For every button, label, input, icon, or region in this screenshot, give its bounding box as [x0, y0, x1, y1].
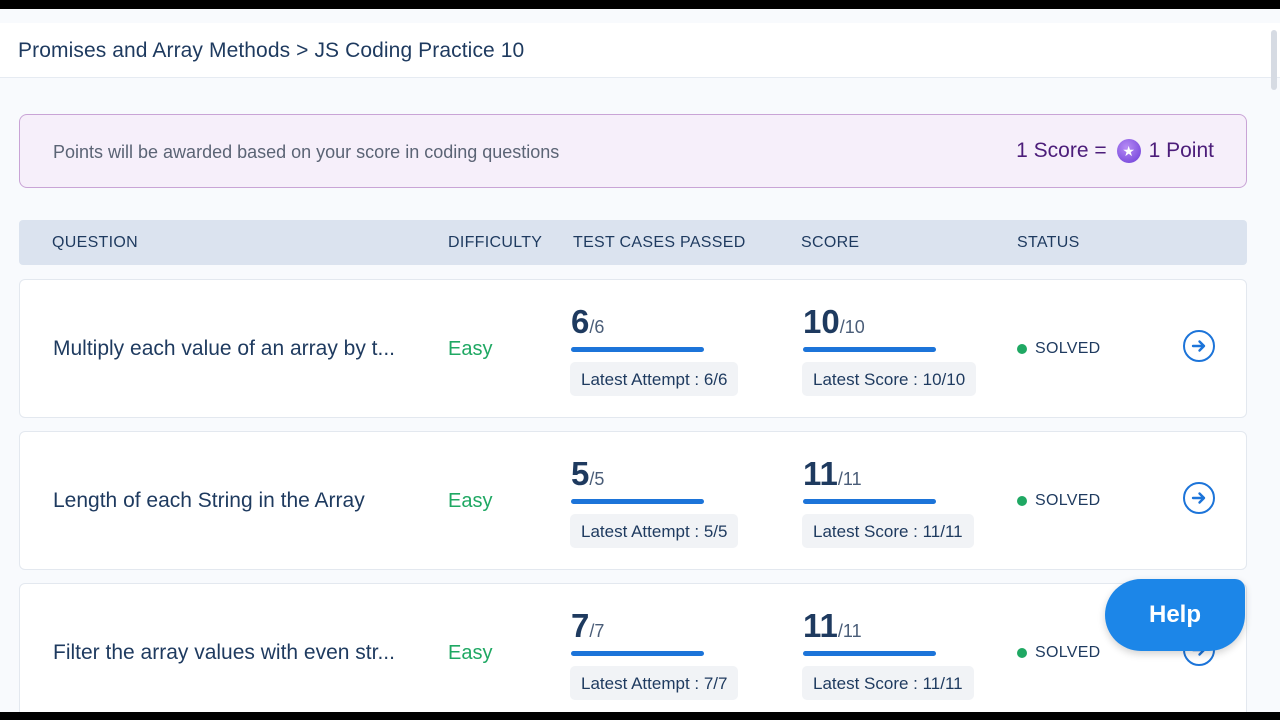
scrollbar-thumb[interactable]	[1271, 30, 1277, 90]
tests-passed-count: 7	[571, 607, 590, 644]
score-count: 11	[803, 455, 838, 492]
table-header: QUESTION DIFFICULTY TEST CASES PASSED SC…	[19, 220, 1247, 265]
tests-passed: 6/6	[571, 303, 604, 341]
help-button[interactable]: Help	[1105, 579, 1245, 651]
column-status: STATUS	[1017, 234, 1080, 251]
score-label: 1 Score =	[1016, 139, 1107, 162]
difficulty-label: Easy	[448, 490, 493, 512]
status-badge: SOLVED	[1017, 492, 1101, 510]
tests-progress-bar	[571, 499, 704, 504]
tests-passed-count: 5	[571, 455, 590, 492]
question-title[interactable]: Filter the array values with even str...	[53, 641, 431, 665]
status-label: SOLVED	[1035, 492, 1101, 509]
bottom-border	[0, 712, 1280, 720]
latest-score-chip: Latest Score : 10/10	[802, 362, 977, 396]
question-title[interactable]: Length of each String in the Array	[53, 489, 431, 513]
latest-attempt-chip: Latest Attempt : 7/7	[570, 666, 739, 700]
score-progress-bar	[803, 651, 936, 656]
score-progress-bar	[803, 347, 936, 352]
score-total: /11	[837, 469, 862, 489]
tests-total: /5	[589, 469, 605, 489]
tests-progress-bar	[571, 347, 704, 352]
top-border	[0, 0, 1280, 9]
status-dot-icon	[1017, 648, 1027, 658]
status-badge: SOLVED	[1017, 340, 1101, 358]
page-header: Promises and Array Methods > JS Coding P…	[0, 23, 1280, 78]
tests-progress-bar	[571, 651, 704, 656]
points-notice: Points will be awarded based on your sco…	[19, 114, 1247, 188]
open-question-button[interactable]	[1183, 482, 1215, 514]
status-badge: SOLVED	[1017, 644, 1101, 662]
score-point-info: 1 Score = 1 Point	[1016, 139, 1214, 163]
score-count: 11	[803, 607, 838, 644]
arrow-right-icon	[1191, 492, 1206, 504]
column-question: QUESTION	[52, 234, 138, 251]
score-total: /10	[839, 317, 865, 337]
score-total: /11	[837, 621, 862, 641]
latest-attempt-chip: Latest Attempt : 6/6	[570, 362, 739, 396]
score-value: 11/11	[803, 607, 862, 645]
column-score: SCORE	[801, 234, 860, 251]
tests-total: /6	[589, 317, 605, 337]
status-dot-icon	[1017, 344, 1027, 354]
open-question-button[interactable]	[1183, 330, 1215, 362]
score-value: 10/10	[803, 303, 865, 341]
column-test-cases: TEST CASES PASSED	[573, 234, 746, 251]
status-dot-icon	[1017, 496, 1027, 506]
question-title[interactable]: Multiply each value of an array by t...	[53, 337, 431, 361]
score-count: 10	[803, 303, 840, 340]
tests-passed: 7/7	[571, 607, 604, 645]
latest-attempt-chip: Latest Attempt : 5/5	[570, 514, 739, 548]
status-label: SOLVED	[1035, 340, 1101, 357]
latest-score-chip: Latest Score : 11/11	[802, 514, 974, 548]
tests-total: /7	[589, 621, 605, 641]
notice-text: Points will be awarded based on your sco…	[53, 142, 560, 162]
star-coin-icon	[1116, 139, 1141, 163]
question-row[interactable]: Multiply each value of an array by t... …	[19, 279, 1247, 418]
score-value: 11/11	[803, 455, 862, 493]
latest-score-chip: Latest Score : 11/11	[802, 666, 974, 700]
difficulty-label: Easy	[448, 338, 493, 360]
tests-passed: 5/5	[571, 455, 604, 493]
status-label: SOLVED	[1035, 644, 1101, 661]
difficulty-label: Easy	[448, 642, 493, 664]
score-progress-bar	[803, 499, 936, 504]
question-row[interactable]: Filter the array values with even str...…	[19, 583, 1247, 720]
point-label: 1 Point	[1148, 139, 1214, 162]
question-row[interactable]: Length of each String in the Array Easy …	[19, 431, 1247, 570]
arrow-right-icon	[1191, 340, 1206, 352]
tests-passed-count: 6	[571, 303, 590, 340]
column-difficulty: DIFFICULTY	[448, 234, 543, 251]
breadcrumb[interactable]: Promises and Array Methods > JS Coding P…	[18, 39, 524, 63]
